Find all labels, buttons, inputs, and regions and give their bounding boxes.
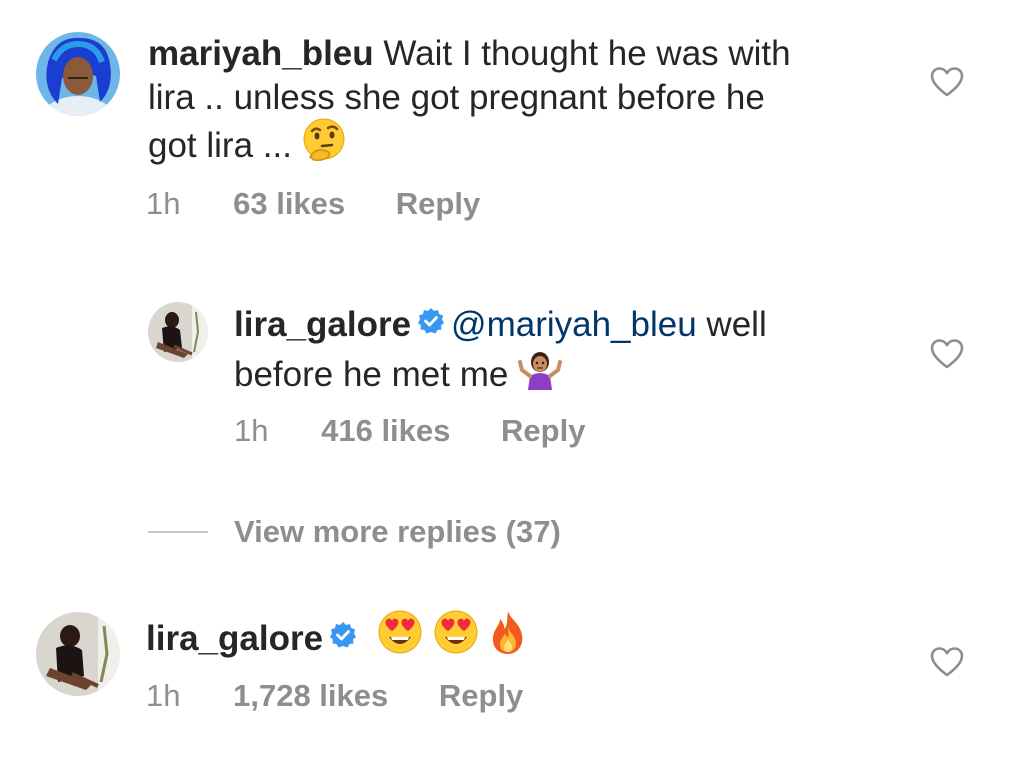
username[interactable]: mariyah_bleu [148,34,374,73]
reply-body-line1: well [696,305,767,344]
like-heart-icon[interactable] [930,646,964,683]
comment-body-line3: got lira ... [148,125,292,165]
heart-eyes-emoji-icon [433,609,479,666]
avatar[interactable] [36,32,120,116]
person-shrugging-emoji-icon [518,346,563,401]
thinking-face-emoji-icon [302,117,346,172]
avatar-image [36,612,120,696]
like-heart-icon[interactable] [930,66,964,103]
reply-button[interactable]: Reply [396,186,480,221]
view-more-replies-button[interactable]: View more replies (37) [148,512,561,552]
verified-badge-icon [329,616,357,660]
username[interactable]: lira_galore [234,305,411,344]
mention-link[interactable]: @mariyah_bleu [451,305,697,344]
reply-body-line2: before he met me [234,354,509,394]
heart-eyes-emoji-icon [377,609,423,666]
reply-button[interactable]: Reply [439,678,523,713]
likes-count[interactable]: 416 likes [321,413,450,448]
comment-text: mariyah_bleu Wait I thought he was with … [148,32,908,175]
avatar[interactable] [148,302,208,362]
divider-line [148,531,208,533]
reply-meta: 1h 416 likes Reply [234,413,627,449]
comment-meta: 1h 1,728 likes Reply [146,678,565,714]
comment-meta: 1h 63 likes Reply [146,186,522,222]
avatar-image [148,302,208,362]
timestamp: 1h [146,678,181,713]
comment-body-line2: lira .. unless she got pregnant before h… [148,78,765,117]
username[interactable]: lira_galore [146,619,323,658]
reply-button[interactable]: Reply [501,413,585,448]
timestamp: 1h [146,186,181,221]
comment-body-line1: Wait I thought he was with [383,34,791,73]
likes-count[interactable]: 1,728 likes [233,678,388,713]
view-more-replies-label: View more replies (37) [234,514,561,549]
likes-count[interactable]: 63 likes [233,186,345,221]
comment-text: lira_galore [146,609,846,669]
avatar-image [36,32,120,116]
reply-text: lira_galore @mariyah_bleu well before he… [234,303,894,404]
verified-badge-icon [417,302,445,346]
fire-emoji-icon [488,609,528,666]
like-heart-icon[interactable] [930,338,964,375]
avatar[interactable] [36,612,120,696]
timestamp: 1h [234,413,269,448]
